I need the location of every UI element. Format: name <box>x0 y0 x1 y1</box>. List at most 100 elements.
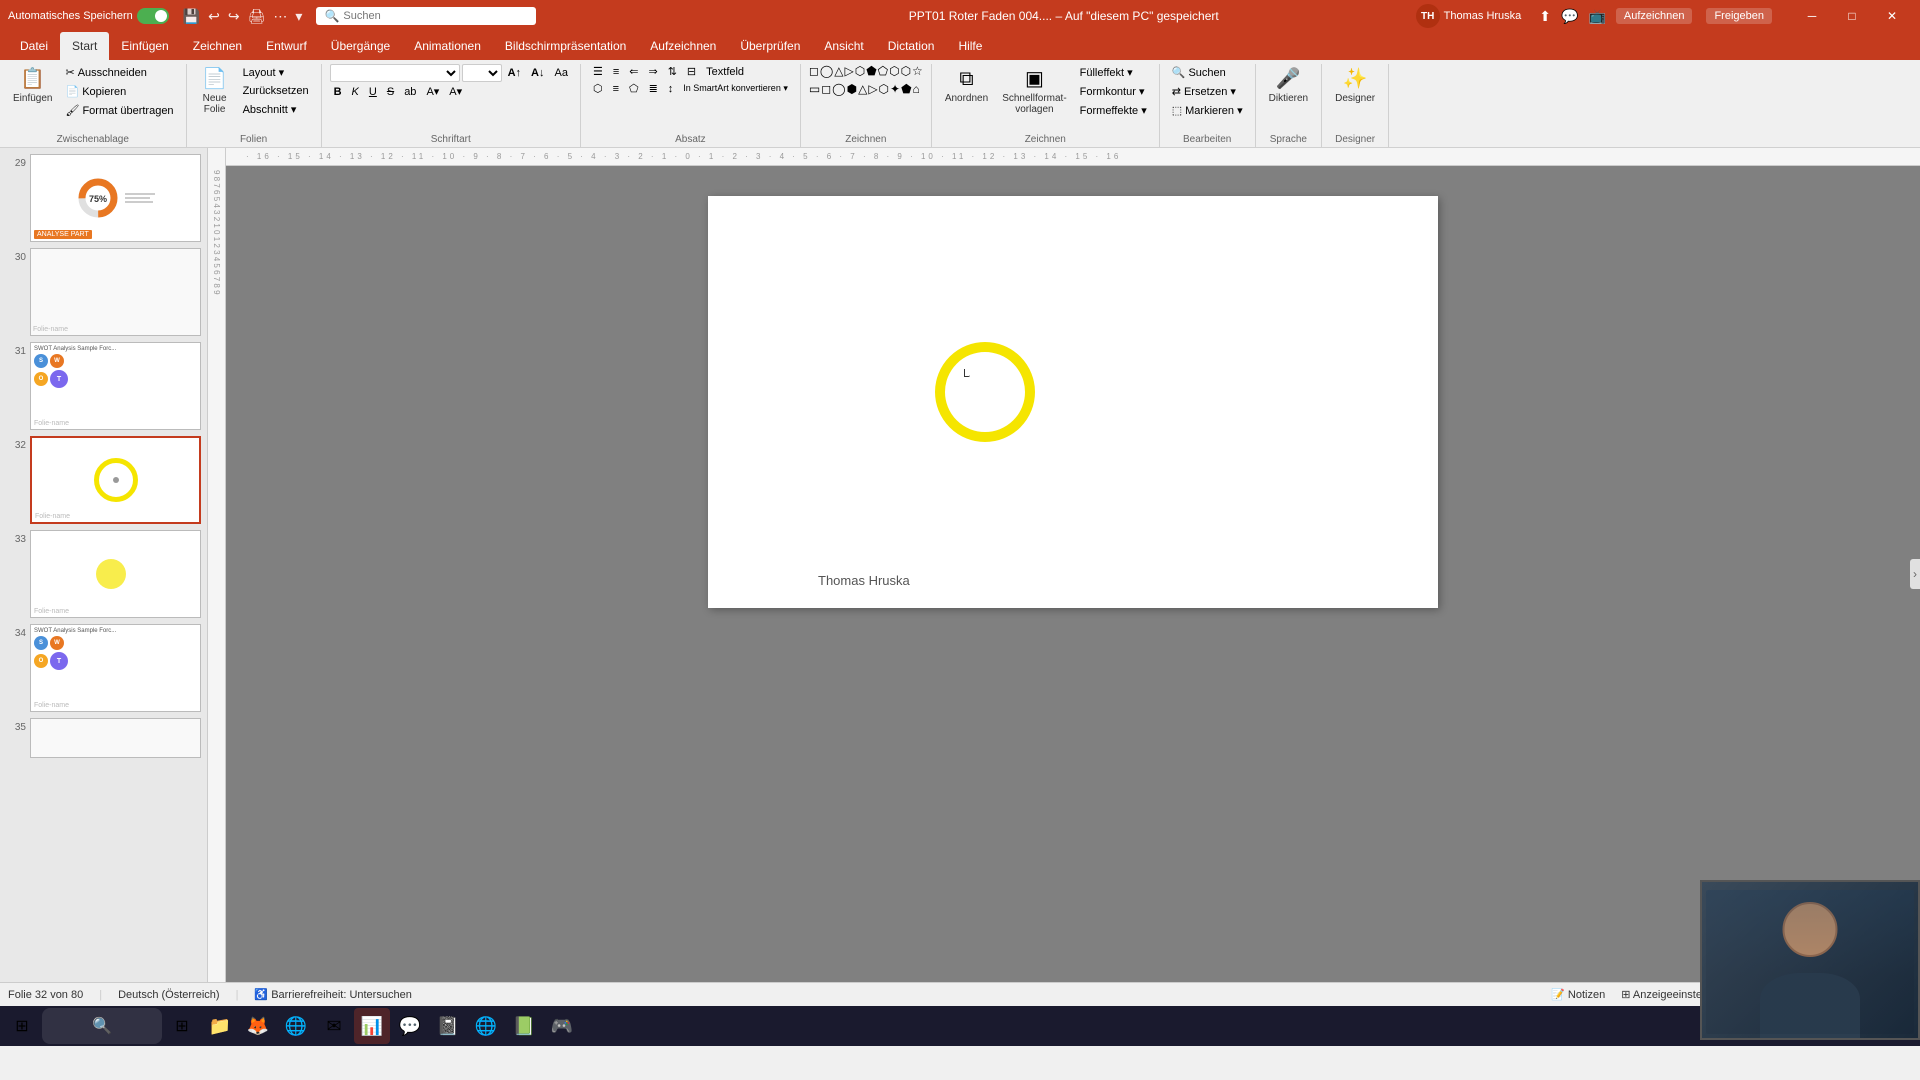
panel-collapse-btn[interactable]: › <box>1910 559 1920 589</box>
shape-icon-3[interactable]: △ <box>834 64 843 78</box>
btn-einfuegen[interactable]: 📋 Einfügen <box>8 64 57 107</box>
btn-ersetzen[interactable]: ⇄ Ersetzen ▾ <box>1168 83 1247 100</box>
undo-icon[interactable]: ↩ <box>208 8 220 25</box>
columns-btn[interactable]: ⊟ <box>683 64 700 79</box>
font-color-btn[interactable]: A▾ <box>445 84 466 99</box>
bold-btn[interactable]: B <box>330 85 346 99</box>
btn-ausschneiden[interactable]: ✂ Ausschneiden <box>61 64 177 81</box>
taskbar-outlook[interactable]: ✉ <box>316 1008 352 1044</box>
btn-suchen[interactable]: 🔍 Suchen <box>1168 64 1247 81</box>
font-decrease-btn[interactable]: A↓ <box>527 66 548 80</box>
dropdown-icon[interactable]: ▾ <box>295 8 302 25</box>
align-justify-btn[interactable]: ≣ <box>645 81 662 96</box>
slide-thumb-30[interactable]: Folie-name <box>30 248 201 336</box>
tab-ansicht[interactable]: Ansicht <box>812 32 875 60</box>
clear-format-btn[interactable]: Aa <box>551 66 572 80</box>
taskbar-task-view[interactable]: ⊞ <box>164 1008 200 1044</box>
taskbar-chrome[interactable]: 🌐 <box>278 1008 314 1044</box>
btn-layout[interactable]: Layout ▾ <box>239 64 313 81</box>
char-space-btn[interactable]: A▾ <box>422 84 443 99</box>
minimize-button[interactable]: ─ <box>1792 0 1832 32</box>
shape-icon-5[interactable]: ⬡ <box>855 64 865 78</box>
shape-icon-4[interactable]: ▷ <box>844 64 853 78</box>
print-icon[interactable]: 🖨 <box>248 8 266 25</box>
close-button[interactable]: ✕ <box>1872 0 1912 32</box>
slide-item-33[interactable]: 33 Folie-name <box>4 528 203 620</box>
btn-markieren[interactable]: ⬚ Markieren ▾ <box>1168 102 1247 119</box>
slide-thumb-35[interactable] <box>30 718 201 758</box>
taskbar-windows-start[interactable]: ⊞ <box>4 1008 40 1044</box>
shape-icon-7[interactable]: ⬠ <box>878 64 888 78</box>
slide-item-30[interactable]: 30 Folie-name <box>4 246 203 338</box>
italic-btn[interactable]: K <box>348 85 363 99</box>
slide-item-31[interactable]: 31 SWOT Analysis Sample Forc... S W O T … <box>4 340 203 432</box>
share-icon[interactable]: ⬆ <box>1539 8 1551 25</box>
taskbar-other[interactable]: 🎮 <box>544 1008 580 1044</box>
slide-item-35[interactable]: 35 <box>4 716 203 760</box>
btn-zuruecksetzen[interactable]: Zurücksetzen <box>239 83 313 99</box>
tab-dictation[interactable]: Dictation <box>876 32 947 60</box>
taskbar-powerpoint[interactable]: 📊 <box>354 1008 390 1044</box>
taskbar-onenote[interactable]: 📓 <box>430 1008 466 1044</box>
search-box[interactable]: 🔍 <box>316 7 536 25</box>
tab-aufzeichnen[interactable]: Aufzeichnen <box>638 32 728 60</box>
shape-icon-18[interactable]: ✦ <box>890 82 900 96</box>
btn-anordnen[interactable]: ⧉ Anordnen <box>940 64 993 107</box>
shape-icon-9[interactable]: ⬡ <box>901 64 911 78</box>
btn-designer[interactable]: ✨ Designer <box>1330 64 1380 107</box>
tab-einfuegen[interactable]: Einfügen <box>109 32 180 60</box>
taskbar-teams[interactable]: 💬 <box>392 1008 428 1044</box>
underline-btn[interactable]: U <box>365 85 381 99</box>
shape-icon-8[interactable]: ⬡ <box>889 64 899 78</box>
more-icon[interactable]: ⋯ <box>273 8 287 25</box>
shadow-btn[interactable]: ab <box>400 85 420 99</box>
record-btn[interactable]: Aufzeichnen <box>1616 8 1693 24</box>
btn-neue-folie[interactable]: 📄 NeueFolie <box>195 64 235 118</box>
taskbar-excel[interactable]: 📗 <box>506 1008 542 1044</box>
slide-canvas[interactable]: Thomas Hruska <box>708 196 1438 608</box>
slide-thumb-31[interactable]: SWOT Analysis Sample Forc... S W O T Fol… <box>30 342 201 430</box>
shape-icon-2[interactable]: ◯ <box>820 64 833 78</box>
present-icon[interactable]: 📺 <box>1588 8 1605 25</box>
btn-format-uebertragen[interactable]: 🖌 Format übertragen <box>61 102 177 119</box>
btn-abschnitt[interactable]: Abschnitt ▾ <box>239 101 313 118</box>
shape-icon-17[interactable]: ⬡ <box>879 82 889 96</box>
tab-bildschirmpraesentation[interactable]: Bildschirmpräsentation <box>493 32 638 60</box>
shape-icon-20[interactable]: ⌂ <box>913 82 920 96</box>
shape-icon-14[interactable]: ⬢ <box>847 82 857 96</box>
strikethrough-btn[interactable]: S <box>383 85 398 99</box>
list-bullets-btn[interactable]: ☰ <box>589 64 607 79</box>
align-right-btn[interactable]: ⬠ <box>625 81 643 96</box>
shape-icon-1[interactable]: ◻ <box>809 64 819 78</box>
taskbar-file-explorer[interactable]: 📁 <box>202 1008 238 1044</box>
tab-animationen[interactable]: Animationen <box>402 32 493 60</box>
save-icon[interactable]: 💾 <box>183 8 200 25</box>
text-field-btn[interactable]: Textfeld <box>702 64 748 79</box>
tab-zeichnen[interactable]: Zeichnen <box>181 32 254 60</box>
slide-thumb-32[interactable]: Folie-name <box>30 436 201 524</box>
font-increase-btn[interactable]: A↑ <box>504 66 525 80</box>
tab-uebergaenge[interactable]: Übergänge <box>319 32 402 60</box>
slide-item-32[interactable]: 32 Folie-name <box>4 434 203 526</box>
slide-item-34[interactable]: 34 SWOT Analysis Sample Forc... S W O T … <box>4 622 203 714</box>
decrease-indent-btn[interactable]: ⇐ <box>625 64 642 79</box>
taskbar-firefox[interactable]: 🦊 <box>240 1008 276 1044</box>
tab-ueberpruefen[interactable]: Überprüfen <box>728 32 812 60</box>
shape-icon-19[interactable]: ⬟ <box>901 82 911 96</box>
btn-diktieren[interactable]: 🎤 Diktieren <box>1264 64 1313 107</box>
line-spacing-btn[interactable]: ↕ <box>664 81 678 96</box>
btn-formeffekte[interactable]: Formeffekte ▾ <box>1076 102 1151 119</box>
notes-btn[interactable]: 📝 Notizen <box>1551 988 1605 1001</box>
font-size-select[interactable] <box>462 64 502 82</box>
shape-icon-16[interactable]: ▷ <box>868 82 877 96</box>
font-family-select[interactable] <box>330 64 460 82</box>
tab-start[interactable]: Start <box>60 32 109 60</box>
shape-icon-13[interactable]: ◯ <box>832 82 845 96</box>
list-numbers-btn[interactable]: ≡ <box>609 64 623 79</box>
comment-icon[interactable]: 💬 <box>1561 8 1578 25</box>
text-direction-btn[interactable]: ⇅ <box>664 64 681 79</box>
slide-thumb-34[interactable]: SWOT Analysis Sample Forc... S W O T Fol… <box>30 624 201 712</box>
tab-entwurf[interactable]: Entwurf <box>254 32 319 60</box>
shape-icon-15[interactable]: △ <box>858 82 867 96</box>
taskbar-edge[interactable]: 🌐 <box>468 1008 504 1044</box>
